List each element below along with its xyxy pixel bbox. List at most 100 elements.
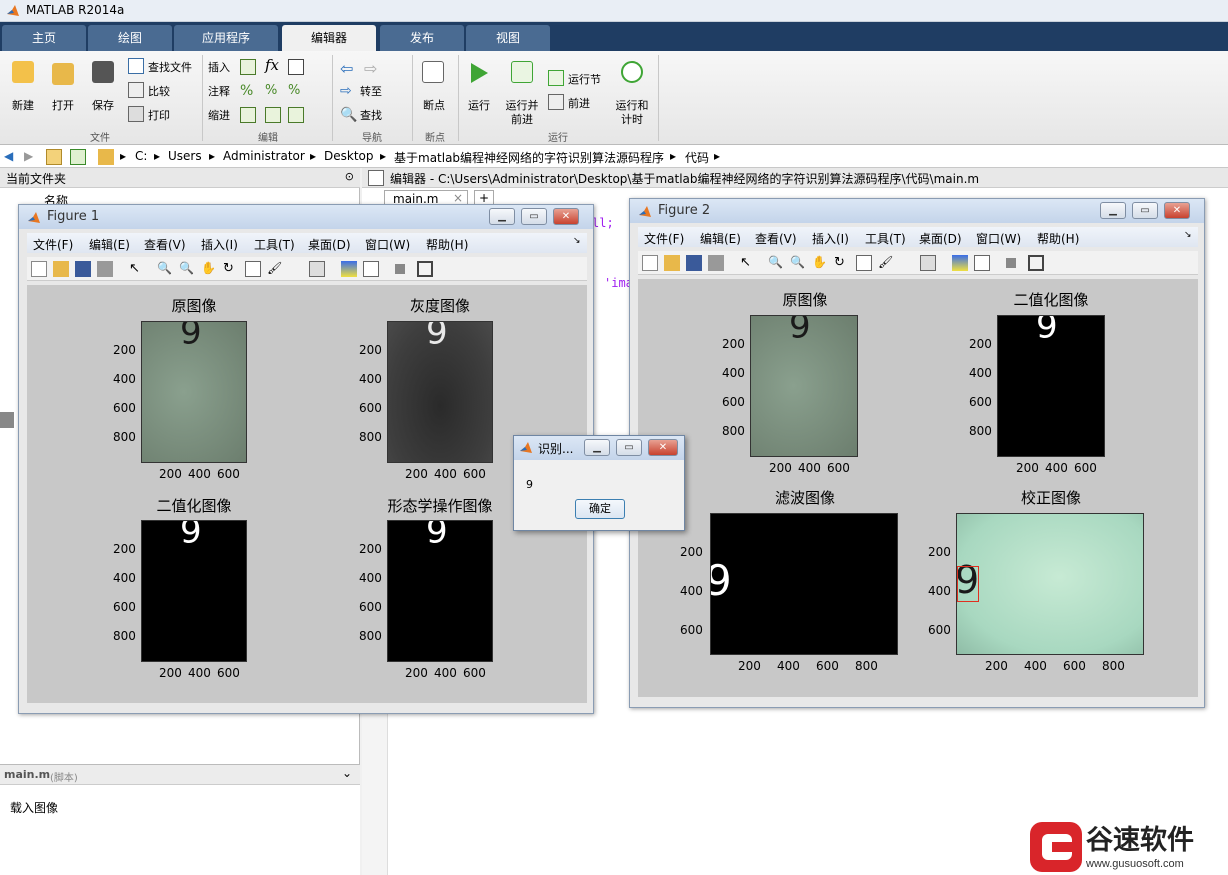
legend-icon[interactable] (974, 255, 990, 271)
uncomment-icon[interactable]: % (265, 83, 281, 99)
menu-desktop[interactable]: 桌面(D) (919, 230, 962, 247)
print-figure-icon[interactable] (708, 255, 724, 271)
path-segment[interactable]: C: (135, 149, 147, 163)
link-plot-icon[interactable] (920, 255, 936, 271)
insert-section-icon[interactable] (240, 59, 256, 75)
menu-edit[interactable]: 编辑(E) (89, 236, 130, 253)
insert-function-icon[interactable] (288, 59, 304, 75)
save-figure-icon[interactable] (686, 255, 702, 271)
forward-nav-icon[interactable]: ▶ (24, 149, 33, 163)
run-button[interactable]: 运行 (462, 57, 496, 127)
pointer-icon[interactable]: ↖ (740, 255, 756, 271)
new-figure-icon[interactable] (31, 261, 47, 277)
wrap-comment-icon[interactable]: % (288, 83, 304, 99)
run-advance-button[interactable]: 运行并 前进 (502, 57, 542, 127)
back-nav-icon[interactable]: ◀ (4, 149, 13, 163)
menu-view[interactable]: 查看(V) (755, 230, 797, 247)
brush-icon[interactable]: 🖌 (267, 261, 283, 277)
menu-file[interactable]: 文件(F) (33, 236, 73, 253)
breakpoints-button[interactable]: 断点 (416, 57, 452, 127)
menu-view[interactable]: 查看(V) (144, 236, 186, 253)
maximize-button[interactable]: ▭ (521, 208, 547, 225)
minimize-button[interactable]: ▁ (489, 208, 515, 225)
back-arrow-icon[interactable]: ⇦ (340, 59, 356, 78)
fx-icon[interactable]: fx (265, 56, 279, 74)
path-segment[interactable]: 基于matlab编程神经网络的字符识别算法源码程序 (394, 149, 664, 166)
tab-publish[interactable]: 发布 (380, 25, 464, 51)
comment-button[interactable]: 注释 (208, 83, 230, 99)
pan-hand-icon[interactable]: ✋ (201, 261, 217, 277)
path-segment[interactable]: Desktop (324, 149, 374, 163)
close-button[interactable]: ✕ (1164, 202, 1190, 219)
indent-button[interactable]: 缩进 (208, 107, 230, 123)
print-button[interactable]: 打印 (128, 105, 198, 123)
rotate-3d-icon[interactable]: ↻ (223, 261, 239, 277)
minimize-button[interactable]: ▁ (584, 439, 610, 456)
close-button[interactable]: ✕ (553, 208, 579, 225)
show-tools-icon[interactable] (417, 261, 433, 277)
dock-arrow-icon[interactable]: ↘ (1184, 230, 1192, 240)
forward-arrow-icon[interactable]: ⇨ (364, 59, 380, 78)
tab-home[interactable]: 主页 (2, 25, 86, 51)
figure-2-titlebar[interactable]: Figure 2 ▁ ▭ ✕ (630, 199, 1204, 223)
pointer-icon[interactable]: ↖ (129, 261, 145, 277)
find-files-button[interactable]: 查找文件 (128, 57, 198, 75)
path-segment[interactable]: Users (168, 149, 202, 163)
maximize-button[interactable]: ▭ (1132, 202, 1158, 219)
percent-comment-icon[interactable]: % (240, 83, 256, 99)
insert-button[interactable]: 插入 (208, 59, 230, 75)
new-button[interactable]: 新建 (6, 57, 40, 127)
path-segment[interactable]: 代码 (685, 149, 709, 166)
link-plot-icon[interactable] (309, 261, 325, 277)
recognition-dialog[interactable]: 识别... ▁ ▭ ✕ 9 确定 (513, 435, 685, 531)
dock-arrow-icon[interactable]: ↘ (573, 236, 581, 246)
zoom-in-icon[interactable]: 🔍 (768, 255, 784, 271)
menu-tools[interactable]: 工具(T) (254, 236, 295, 253)
compare-button[interactable]: 比较 (128, 81, 198, 99)
hide-tools-icon[interactable] (1006, 258, 1016, 268)
find-button[interactable]: 查找 (360, 107, 382, 123)
colorbar-icon[interactable] (341, 261, 357, 277)
goto-button[interactable]: 转至 (360, 83, 382, 99)
menu-tools[interactable]: 工具(T) (865, 230, 906, 247)
smart-indent-icon[interactable] (240, 107, 256, 123)
run-and-time-button[interactable]: 运行和 计时 (612, 57, 652, 127)
menu-file[interactable]: 文件(F) (644, 230, 684, 247)
new-figure-icon[interactable] (642, 255, 658, 271)
print-figure-icon[interactable] (97, 261, 113, 277)
close-tab-icon[interactable]: × (453, 191, 463, 205)
figure-1-window[interactable]: Figure 1 ▁ ▭ ✕ 文件(F) 编辑(E) 查看(V) 插入(I) 工… (18, 204, 594, 714)
close-button[interactable]: ✕ (648, 439, 678, 456)
brush-icon[interactable]: 🖌 (878, 255, 894, 271)
menu-insert[interactable]: 插入(I) (201, 236, 238, 253)
menu-desktop[interactable]: 桌面(D) (308, 236, 351, 253)
zoom-out-icon[interactable]: 🔍 (790, 255, 806, 271)
tab-apps[interactable]: 应用程序 (174, 25, 278, 51)
data-cursor-icon[interactable] (856, 255, 872, 271)
menu-window[interactable]: 窗口(W) (976, 230, 1021, 247)
figure-2-window[interactable]: Figure 2 ▁ ▭ ✕ 文件(F) 编辑(E) 查看(V) 插入(I) 工… (629, 198, 1205, 708)
up-folder-icon[interactable] (46, 149, 62, 165)
open-file-icon[interactable] (53, 261, 69, 277)
decrease-indent-icon[interactable] (288, 107, 304, 123)
zoom-out-icon[interactable]: 🔍 (179, 261, 195, 277)
menu-help[interactable]: 帮助(H) (1037, 230, 1079, 247)
legend-icon[interactable] (363, 261, 379, 277)
ok-button[interactable]: 确定 (575, 499, 625, 519)
data-cursor-icon[interactable] (245, 261, 261, 277)
tab-view[interactable]: 视图 (466, 25, 550, 51)
figure-1-titlebar[interactable]: Figure 1 ▁ ▭ ✕ (19, 205, 593, 229)
save-figure-icon[interactable] (75, 261, 91, 277)
menu-help[interactable]: 帮助(H) (426, 236, 468, 253)
browse-folder-icon[interactable] (70, 149, 86, 165)
increase-indent-icon[interactable] (265, 107, 281, 123)
dialog-titlebar[interactable]: 识别... ▁ ▭ ✕ (514, 436, 684, 460)
path-segment[interactable]: Administrator (223, 149, 305, 163)
menu-insert[interactable]: 插入(I) (812, 230, 849, 247)
menu-edit[interactable]: 编辑(E) (700, 230, 741, 247)
pan-hand-icon[interactable]: ✋ (812, 255, 828, 271)
advance-button[interactable]: 前进 (548, 93, 608, 111)
run-section-button[interactable]: 运行节 (548, 69, 608, 87)
panel-menu-icon[interactable]: ⊙ (345, 170, 354, 183)
colorbar-icon[interactable] (952, 255, 968, 271)
